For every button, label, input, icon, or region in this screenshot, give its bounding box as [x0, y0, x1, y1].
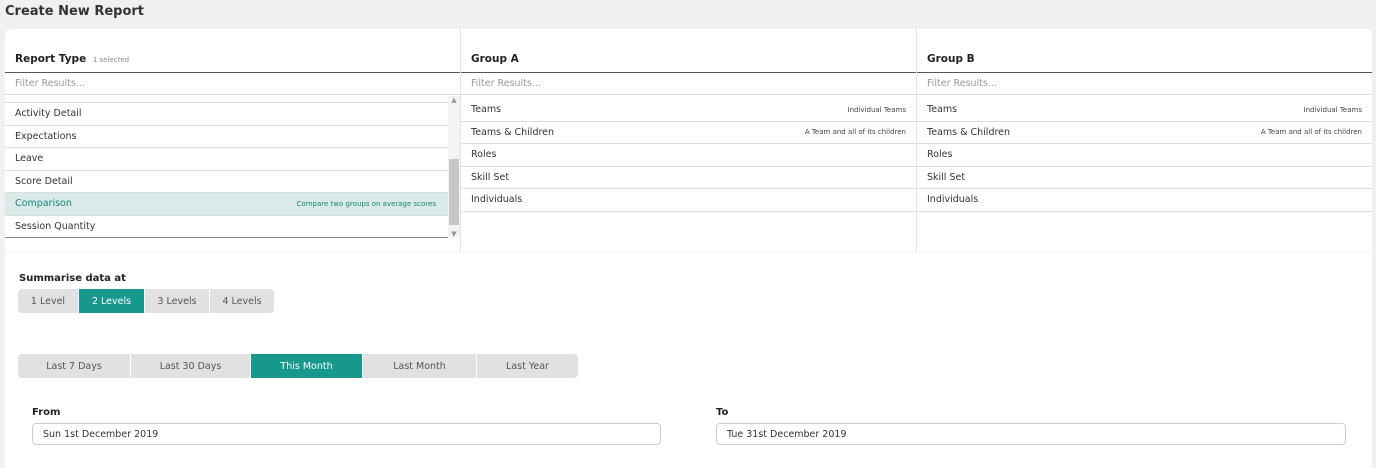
list-item-hint: A Team and all of its children: [1260, 128, 1362, 137]
group-b-filter-input[interactable]: Filter Results...: [917, 73, 1372, 95]
last-month-button[interactable]: Last Month: [363, 354, 477, 378]
group-b-column: Group B Filter Results... Teams Individu…: [916, 29, 1372, 254]
report-type-column: Report Type 1 selected Filter Results...…: [5, 29, 460, 254]
list-item-teams[interactable]: Teams Individual Teams: [917, 99, 1372, 122]
list-item-label: Individuals: [927, 194, 979, 206]
list-item-skill-set[interactable]: Skill Set: [461, 167, 916, 189]
list-item-expectations[interactable]: Expectations: [5, 126, 448, 148]
this-month-button[interactable]: This Month: [251, 354, 363, 378]
report-type-scrollbar[interactable]: ▲ ▼: [448, 96, 460, 238]
to-date-input[interactable]: Tue 31st December 2019: [716, 423, 1346, 445]
chevron-down-icon[interactable]: ▼: [448, 230, 460, 238]
report-type-title: Report Type: [15, 53, 87, 65]
level-1-button[interactable]: 1 Level: [18, 289, 79, 313]
list-item-label: Teams & Children: [471, 126, 555, 138]
levels-segmented-control: 1 Level 2 Levels 3 Levels 4 Levels: [18, 289, 274, 313]
list-item-label: Activity Detail: [15, 108, 82, 120]
columns-divider: [5, 251, 1372, 255]
date-range-segmented-control: Last 7 Days Last 30 Days This Month Last…: [18, 354, 578, 378]
list-item-roles[interactable]: Roles: [461, 144, 916, 167]
list-item-teams[interactable]: Teams Individual Teams: [461, 99, 916, 122]
report-card: Report Type 1 selected Filter Results...…: [5, 29, 1372, 468]
selected-count: 1 selected: [92, 56, 130, 64]
list-item-hint: Individual Teams: [1303, 105, 1362, 114]
last-year-button[interactable]: Last Year: [477, 354, 578, 378]
list-item-label: Teams: [471, 104, 502, 116]
report-type-filter-input[interactable]: Filter Results...: [5, 73, 460, 95]
list-item-session-quantity[interactable]: Session Quantity: [5, 216, 448, 238]
list-item-label: Comparison: [15, 198, 72, 210]
chevron-up-icon[interactable]: ▲: [448, 96, 460, 104]
list-item-hint: Compare two groups on average scores: [296, 199, 436, 208]
list-item-label: Roles: [471, 149, 497, 161]
list-item-score-detail[interactable]: Score Detail: [5, 171, 448, 193]
group-a-title: Group A: [471, 53, 519, 65]
list-item-roles[interactable]: Roles: [917, 144, 1372, 167]
list-item-label: Individuals: [471, 194, 523, 206]
list-item-teams-children[interactable]: Teams & Children A Team and all of its c…: [461, 122, 916, 144]
list-item-label: Session Quantity: [15, 220, 96, 232]
last-30-days-button[interactable]: Last 30 Days: [131, 354, 251, 378]
list-item-individuals[interactable]: Individuals: [461, 189, 916, 212]
list-item-leave[interactable]: Leave: [5, 148, 448, 171]
page-title: Create New Report: [5, 4, 145, 19]
list-item-skill-set[interactable]: Skill Set: [917, 167, 1372, 189]
list-item-label: Teams: [927, 104, 958, 116]
list-item-label: Skill Set: [927, 171, 966, 183]
group-a-column: Group A Filter Results... Teams Individu…: [460, 29, 916, 254]
list-item-label: Leave: [15, 153, 44, 165]
level-4-button[interactable]: 4 Levels: [210, 289, 274, 313]
list-item-label: Roles: [927, 149, 953, 161]
group-a-header: Group A: [461, 29, 916, 73]
report-type-header: Report Type 1 selected: [5, 29, 460, 73]
list-item-label: Teams & Children: [927, 126, 1011, 138]
from-date-input[interactable]: Sun 1st December 2019: [32, 423, 661, 445]
list-item-label: Expectations: [15, 130, 77, 142]
list-item-label: Score Detail: [15, 175, 73, 187]
group-b-title: Group B: [927, 53, 975, 65]
report-type-list: Activity Detail Expectations Leave Score…: [5, 103, 460, 238]
list-item-label: Skill Set: [471, 171, 510, 183]
list-item-individuals[interactable]: Individuals: [917, 189, 1372, 212]
group-a-filter-input[interactable]: Filter Results...: [461, 73, 916, 95]
list-item-teams-children[interactable]: Teams & Children A Team and all of its c…: [917, 122, 1372, 144]
to-label: To: [716, 407, 729, 418]
list-top-spacer: [5, 95, 460, 103]
list-item-comparison[interactable]: Comparison Compare two groups on average…: [5, 193, 448, 216]
group-a-list: Teams Individual Teams Teams & Children …: [461, 99, 916, 212]
last-7-days-button[interactable]: Last 7 Days: [18, 354, 131, 378]
list-item-hint: Individual Teams: [847, 105, 906, 114]
from-label: From: [32, 407, 61, 418]
group-b-list: Teams Individual Teams Teams & Children …: [917, 99, 1372, 212]
list-item-activity-detail[interactable]: Activity Detail: [5, 103, 448, 126]
list-item-hint: A Team and all of its children: [804, 128, 906, 137]
summarise-label: Summarise data at: [19, 273, 126, 284]
scrollbar-thumb[interactable]: [449, 159, 459, 225]
level-3-button[interactable]: 3 Levels: [145, 289, 210, 313]
level-2-button[interactable]: 2 Levels: [79, 289, 145, 313]
group-b-header: Group B: [917, 29, 1372, 73]
